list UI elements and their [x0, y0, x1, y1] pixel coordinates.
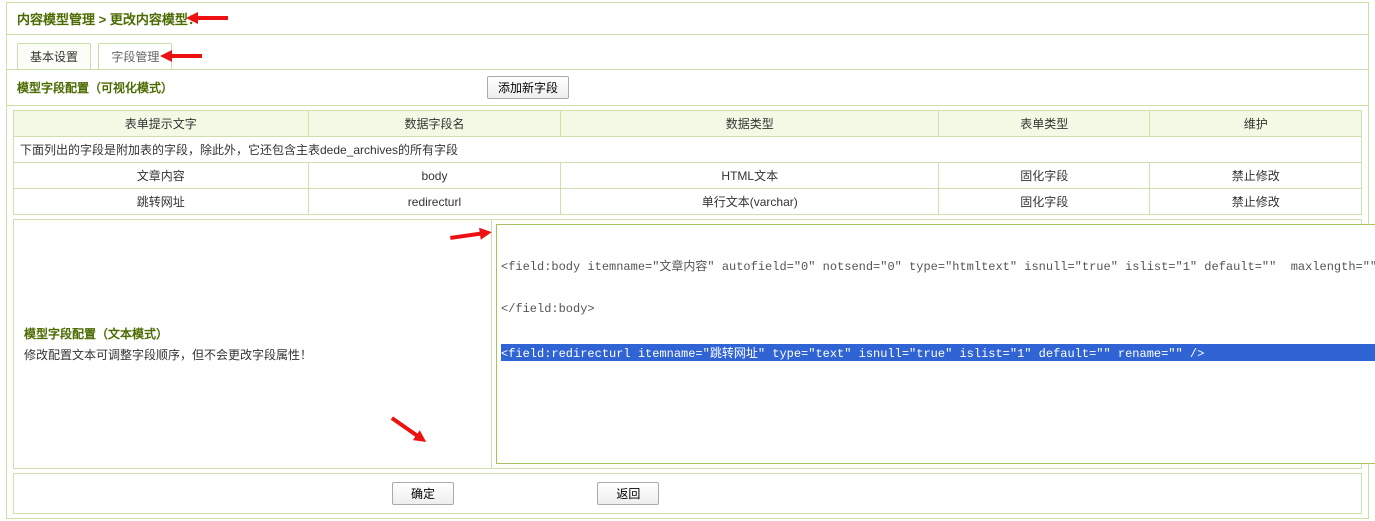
fields-table: 表单提示文字 数据字段名 数据类型 表单类型 维护 下面列出的字段是附加表的字段… [13, 110, 1362, 215]
table-row: 跳转网址 redirecturl 单行文本(varchar) 固化字段 禁止修改 [14, 189, 1362, 215]
cell-prompt: 跳转网址 [14, 189, 309, 215]
ok-button[interactable]: 确定 [392, 482, 454, 505]
back-button[interactable]: 返回 [597, 482, 659, 505]
text-mode-desc: 模型字段配置（文本模式） 修改配置文本可调整字段顺序，但不会更改字段属性！ [14, 220, 492, 468]
breadcrumb: 内容模型管理 > 更改内容模型： [7, 3, 1368, 35]
code-line: </field:body> [501, 302, 1375, 316]
cell-field: redirecturl [308, 189, 561, 215]
text-mode-pane: 模型字段配置（文本模式） 修改配置文本可调整字段顺序，但不会更改字段属性！ <f… [13, 219, 1362, 469]
col-ftype: 表单类型 [939, 111, 1150, 137]
breadcrumb-current: 更改内容模型： [110, 12, 201, 27]
table-row: 文章内容 body HTML文本 固化字段 禁止修改 [14, 163, 1362, 189]
table-note-row: 下面列出的字段是附加表的字段，除此外，它还包含主表dede_archives的所… [14, 137, 1362, 163]
breadcrumb-root[interactable]: 内容模型管理 [17, 12, 95, 27]
col-field: 数据字段名 [308, 111, 561, 137]
main-panel: 内容模型管理 > 更改内容模型： 基本设置 字段管理 模型字段配置（可视化模式）… [6, 2, 1369, 519]
visual-section-title: 模型字段配置（可视化模式） [17, 79, 487, 96]
col-maint: 维护 [1150, 111, 1362, 137]
cell-field: body [308, 163, 561, 189]
code-line: <field:body itemname="文章内容" autofield="0… [501, 257, 1375, 274]
action-bar: 确定 返回 [13, 473, 1362, 514]
cell-prompt: 文章内容 [14, 163, 309, 189]
cell-maint: 禁止修改 [1150, 163, 1362, 189]
config-textarea[interactable]: <field:body itemname="文章内容" autofield="0… [496, 224, 1375, 464]
breadcrumb-sep: > [99, 12, 107, 27]
cell-dtype: HTML文本 [561, 163, 939, 189]
tabs: 基本设置 字段管理 [7, 35, 1368, 69]
col-prompt: 表单提示文字 [14, 111, 309, 137]
cell-dtype: 单行文本(varchar) [561, 189, 939, 215]
text-mode-note: 修改配置文本可调整字段顺序，但不会更改字段属性！ [24, 346, 481, 363]
cell-maint: 禁止修改 [1150, 189, 1362, 215]
visual-section-header: 模型字段配置（可视化模式） 添加新字段 [7, 69, 1368, 106]
add-field-button[interactable]: 添加新字段 [487, 76, 569, 99]
cell-ftype: 固化字段 [939, 163, 1150, 189]
cell-ftype: 固化字段 [939, 189, 1150, 215]
col-dtype: 数据类型 [561, 111, 939, 137]
table-note: 下面列出的字段是附加表的字段，除此外，它还包含主表dede_archives的所… [14, 137, 1362, 163]
tab-fields[interactable]: 字段管理 [98, 43, 172, 69]
tab-basic[interactable]: 基本设置 [17, 43, 91, 69]
code-line-selected: <field:redirecturl itemname="跳转网址" type=… [501, 344, 1375, 361]
text-mode-editor-wrap: <field:body itemname="文章内容" autofield="0… [492, 220, 1375, 468]
text-mode-title: 模型字段配置（文本模式） [24, 325, 481, 342]
